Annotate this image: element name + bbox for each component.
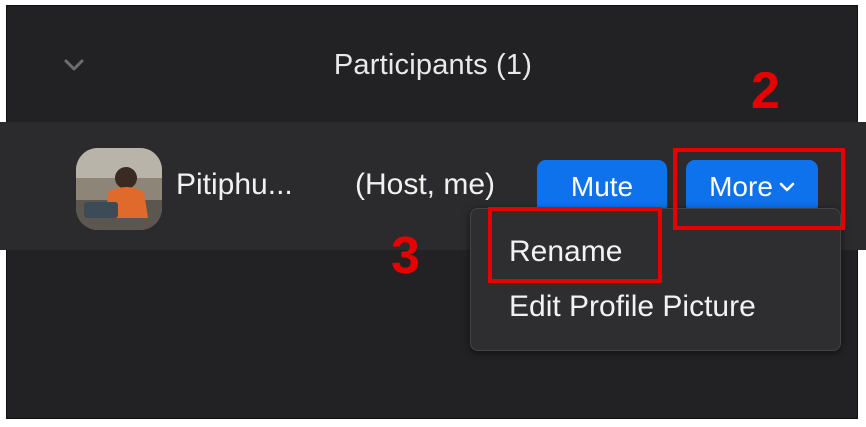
highlight-more-button xyxy=(673,148,845,230)
participant-role: (Host, me) xyxy=(355,168,496,201)
panel-title: Participants (1) xyxy=(333,49,533,81)
menu-item-edit-profile-picture[interactable]: Edit Profile Picture xyxy=(509,290,756,324)
avatar xyxy=(76,148,162,230)
participant-name: Pitiphu... xyxy=(176,168,293,201)
mute-button-label: Mute xyxy=(570,171,634,202)
step-number-3: 3 xyxy=(391,227,420,285)
mute-button[interactable]: Mute xyxy=(537,160,667,214)
highlight-rename-item xyxy=(488,207,662,283)
step-number-2: 2 xyxy=(751,62,780,120)
